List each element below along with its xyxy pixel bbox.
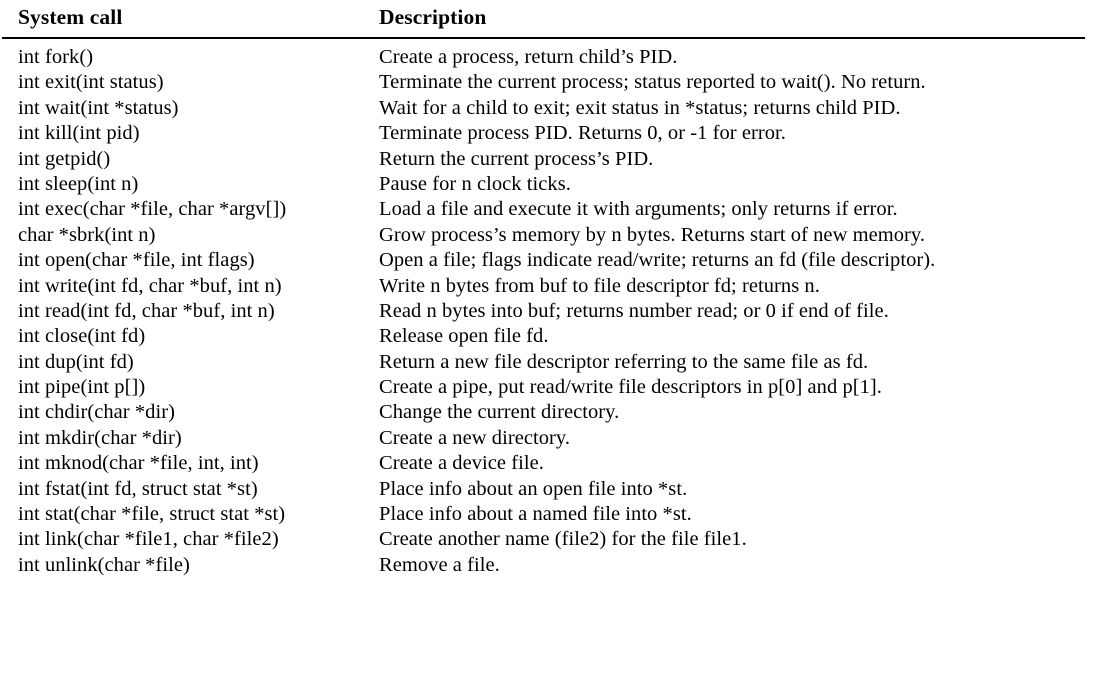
cell-system-call: char *sbrk(int n) bbox=[18, 223, 156, 246]
table-row: int pipe(int p[]) Create a pipe, put read… bbox=[0, 375, 1094, 400]
cell-description: Place info about a named file into *st. bbox=[379, 503, 692, 526]
cell-description: Pause for n clock ticks. bbox=[379, 172, 571, 195]
cell-system-call: int kill(int pid) bbox=[18, 122, 140, 145]
cell-system-call: int fork() bbox=[18, 46, 94, 68]
table-body: int fork() Create a process, return child… bbox=[0, 45, 1094, 578]
cell-system-call: int write(int fd, char *buf, int n) bbox=[18, 274, 282, 297]
table-row: int dup(int fd) Return a new file descrip… bbox=[0, 350, 1094, 375]
cell-system-call: int pipe(int p[]) bbox=[18, 376, 146, 399]
table-row: int getpid() Return the current process’s… bbox=[0, 147, 1094, 172]
table-row: int mkdir(char *dir) Create a new directo… bbox=[0, 426, 1094, 451]
cell-system-call: int stat(char *file, struct stat *st) bbox=[18, 503, 286, 526]
cell-description: Remove a file. bbox=[379, 553, 500, 576]
cell-description: Place info about an open file into *st. bbox=[379, 477, 688, 500]
cell-system-call: int mknod(char *file, int, int) bbox=[18, 452, 259, 475]
cell-description: Terminate process PID. Returns 0, or -1 … bbox=[379, 122, 786, 145]
cell-description: Create another name (file2) for the file… bbox=[379, 528, 747, 551]
column-header-system-call: System call bbox=[18, 5, 123, 29]
cell-description: Read n bytes into buf; returns number re… bbox=[379, 299, 889, 322]
table-row: int stat(char *file, struct stat *st) Pla… bbox=[0, 502, 1094, 527]
table-row: char *sbrk(int n) Grow process’s memory b… bbox=[0, 223, 1094, 248]
cell-system-call: int mkdir(char *dir) bbox=[18, 426, 182, 449]
table-row: int link(char *file1, char *file2) Create… bbox=[0, 527, 1094, 552]
table-row: int read(int fd, char *buf, int n) Read n… bbox=[0, 299, 1094, 324]
cell-description: Return a new file descriptor referring t… bbox=[379, 350, 869, 373]
table-row: int kill(int pid) Terminate process PID. … bbox=[0, 121, 1094, 146]
cell-system-call: int link(char *file1, char *file2) bbox=[18, 528, 279, 551]
table-row: int fstat(int fd, struct stat *st) Place … bbox=[0, 477, 1094, 502]
cell-system-call: int open(char *file, int flags) bbox=[18, 249, 255, 272]
cell-system-call: int chdir(char *dir) bbox=[18, 401, 175, 424]
cell-description: Open a file; flags indicate read/write; … bbox=[379, 249, 936, 272]
cell-description: Load a file and execute it with argument… bbox=[379, 198, 898, 221]
table-row: int open(char *file, int flags) Open a fi… bbox=[0, 248, 1094, 273]
column-header-description: Description bbox=[379, 5, 487, 29]
cell-system-call: int close(int fd) bbox=[18, 325, 146, 348]
cell-system-call: int wait(int *status) bbox=[18, 96, 179, 119]
cell-system-call: int dup(int fd) bbox=[18, 350, 134, 373]
cell-system-call: int unlink(char *file) bbox=[18, 553, 190, 576]
cell-description: Create a device file. bbox=[379, 452, 544, 475]
table-row: int wait(int *status) Wait for a child to… bbox=[0, 96, 1094, 121]
table-row: int exec(char *file, char *argv[]) Load a… bbox=[0, 197, 1094, 222]
table-row: int close(int fd) Release open file fd. bbox=[0, 324, 1094, 349]
cell-system-call: int sleep(int n) bbox=[18, 172, 139, 195]
cell-description: Change the current directory. bbox=[379, 401, 620, 424]
cell-description: Create a process, return child’s PID. bbox=[379, 46, 678, 68]
system-call-table: System call Description int fork() Create… bbox=[0, 0, 1094, 700]
table-row: int mknod(char *file, int, int) Create a … bbox=[0, 451, 1094, 476]
cell-system-call: int read(int fd, char *buf, int n) bbox=[18, 299, 275, 322]
cell-description: Create a pipe, put read/write file descr… bbox=[379, 376, 882, 399]
table-row: int fork() Create a process, return child… bbox=[0, 45, 1094, 70]
cell-system-call: int exit(int status) bbox=[18, 71, 164, 94]
cell-description: Wait for a child to exit; exit status in… bbox=[379, 96, 901, 119]
cell-description: Write n bytes from buf to file descripto… bbox=[379, 274, 820, 297]
header-divider-rule bbox=[2, 37, 1085, 39]
cell-system-call: int exec(char *file, char *argv[]) bbox=[18, 198, 287, 221]
cell-system-call: int fstat(int fd, struct stat *st) bbox=[18, 477, 258, 500]
cell-description: Terminate the current process; status re… bbox=[379, 71, 926, 94]
table-row: int exit(int status) Terminate the curren… bbox=[0, 70, 1094, 95]
table-row: int chdir(char *dir) Change the current d… bbox=[0, 400, 1094, 425]
table-row: int write(int fd, char *buf, int n) Write… bbox=[0, 274, 1094, 299]
cell-description: Create a new directory. bbox=[379, 426, 571, 449]
cell-system-call: int getpid() bbox=[18, 147, 111, 170]
cell-description: Release open file fd. bbox=[379, 325, 549, 348]
cell-description: Return the current process’s PID. bbox=[379, 147, 654, 170]
table-header-row: System call Description bbox=[0, 0, 1094, 38]
table-row: int sleep(int n) Pause for n clock ticks. bbox=[0, 172, 1094, 197]
table-row: int unlink(char *file) Remove a file. bbox=[0, 553, 1094, 578]
cell-description: Grow process’s memory by n bytes. Return… bbox=[379, 223, 926, 246]
